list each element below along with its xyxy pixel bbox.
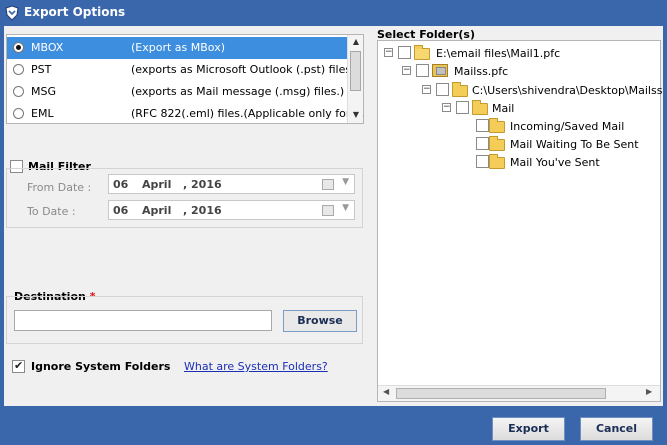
tree-node-label: Mail Waiting To Be Sent [510, 138, 639, 151]
folder-icon [489, 118, 505, 133]
format-name: MBOX [31, 41, 64, 54]
format-name: MSG [31, 85, 56, 98]
cancel-button[interactable]: Cancel [580, 417, 653, 441]
calendar-icon[interactable] [322, 179, 334, 190]
to-date-picker[interactable]: 06 April , 2016 ▼ [108, 200, 355, 220]
chevron-down-icon[interactable]: ▼ [342, 203, 349, 213]
export-format-list[interactable]: MBOX (Export as MBox) PST (exports as Mi… [6, 34, 364, 124]
tree-node-label: Incoming/Saved Mail [510, 120, 625, 133]
to-date-label: To Date : [27, 205, 76, 218]
footer-bar [0, 406, 667, 445]
tree-checkbox[interactable] [456, 101, 469, 114]
window-title: Export Options [24, 5, 126, 19]
tree-node-label: Mail [492, 102, 515, 115]
collapse-icon[interactable]: − [384, 48, 393, 57]
chevron-down-icon[interactable]: ▼ [342, 177, 349, 187]
tree-horizontal-scrollbar[interactable]: ◀ ▶ [378, 385, 660, 401]
format-name: PST [31, 63, 52, 76]
folder-icon [489, 136, 505, 151]
export-button[interactable]: Export [492, 417, 565, 441]
format-option-eml[interactable]: EML (RFC 822(.eml) files.(Applicable onl… [7, 103, 364, 125]
tree-checkbox[interactable] [436, 83, 449, 96]
tree-node-label: Mailss.pfc [454, 65, 509, 78]
ignore-system-folders-label: Ignore System Folders [31, 360, 171, 373]
title-bar: Export Options [0, 0, 667, 26]
scroll-up-icon[interactable]: ▲ [348, 35, 364, 49]
format-option-mbox[interactable]: MBOX (Export as MBox) [7, 37, 347, 59]
scroll-down-icon[interactable]: ▼ [348, 108, 364, 122]
format-list-scrollbar[interactable]: ▲ ▼ [347, 35, 363, 123]
tree-checkbox[interactable] [398, 46, 411, 59]
tree-checkbox[interactable] [476, 119, 489, 132]
scroll-thumb[interactable] [350, 51, 361, 91]
tree-node-label: E:\email files\Mail1.pfc [436, 47, 561, 60]
destination-input[interactable] [14, 310, 272, 331]
radio-button[interactable] [13, 64, 24, 75]
folder-icon [472, 100, 488, 115]
collapse-icon[interactable]: − [422, 85, 431, 94]
to-year: , 2016 [183, 204, 222, 217]
ignore-system-folders-checkbox[interactable] [12, 359, 25, 373]
folder-open-icon [414, 45, 430, 60]
from-date-label: From Date : [27, 181, 92, 194]
scroll-left-icon[interactable]: ◀ [383, 387, 389, 396]
from-day: 06 [113, 178, 129, 191]
tree-node-label: Mail You've Sent [510, 156, 600, 169]
radio-button[interactable] [13, 108, 24, 119]
tree-checkbox[interactable] [476, 155, 489, 168]
collapse-icon[interactable]: − [442, 103, 451, 112]
system-folders-help-link[interactable]: What are System Folders? [184, 360, 328, 373]
radio-button[interactable] [13, 86, 24, 97]
radio-button[interactable] [13, 42, 24, 53]
tree-checkbox[interactable] [476, 137, 489, 150]
format-option-pst[interactable]: PST (exports as Microsoft Outlook (.pst)… [7, 59, 359, 81]
format-option-msg[interactable]: MSG (exports as Mail message (.msg) file… [7, 81, 347, 103]
tree-node-label: C:\Users\shivendra\Desktop\Mailss [472, 84, 663, 97]
format-name: EML [31, 107, 54, 120]
to-day: 06 [113, 204, 129, 217]
folder-icon [489, 154, 505, 169]
pst-file-icon [432, 64, 448, 77]
format-description: (Export as MBox) [131, 41, 225, 54]
format-description: (exports as Mail message (.msg) files.) [131, 85, 345, 98]
to-month: April [142, 204, 172, 217]
scroll-right-icon[interactable]: ▶ [646, 387, 652, 396]
folder-icon [452, 82, 468, 97]
from-date-picker[interactable]: 06 April , 2016 ▼ [108, 174, 355, 194]
format-description: (exports as Microsoft Outlook (.pst) fil… [131, 63, 359, 76]
from-year: , 2016 [183, 178, 222, 191]
collapse-icon[interactable]: − [402, 66, 411, 75]
app-shield-icon [5, 5, 19, 21]
scroll-thumb[interactable] [396, 388, 606, 399]
from-month: April [142, 178, 172, 191]
calendar-icon[interactable] [322, 205, 334, 216]
window-frame-left [0, 26, 4, 406]
window-frame-right [663, 26, 667, 406]
tree-checkbox[interactable] [416, 64, 429, 77]
format-description: (RFC 822(.eml) files.(Applicable only fo… [131, 107, 365, 120]
folder-tree[interactable]: − E:\email files\Mail1.pfc − Mailss.pfc … [377, 40, 663, 402]
browse-button[interactable]: Browse [283, 310, 357, 332]
